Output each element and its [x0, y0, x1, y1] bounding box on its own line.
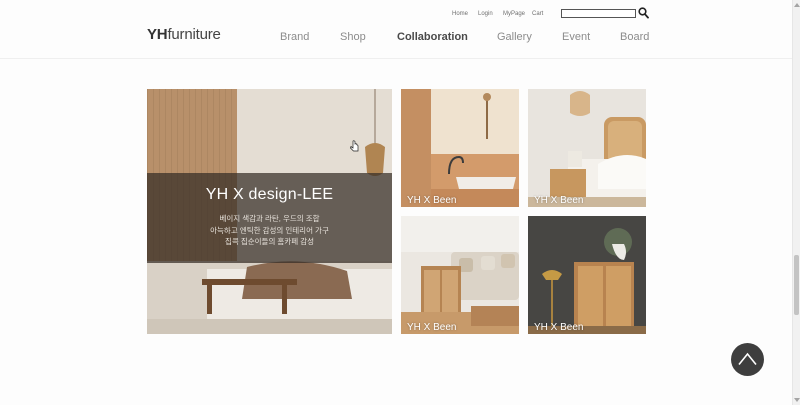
rattan-bed-photo — [528, 89, 646, 207]
sink-photo — [401, 89, 519, 207]
tile-caption: YH X Been — [534, 322, 584, 333]
logo-text: furniture — [167, 26, 221, 43]
nav-item-collaboration[interactable]: Collaboration — [397, 31, 468, 43]
scroll-down-arrow-icon[interactable] — [794, 398, 800, 402]
nav-item-event[interactable]: Event — [562, 31, 590, 43]
site-logo[interactable]: YHfurniture — [147, 26, 221, 43]
search-input[interactable] — [561, 9, 636, 18]
search-icon — [638, 7, 649, 19]
hero-title: YH X design-LEE — [205, 186, 334, 203]
page: Home Login MyPage Cart YHfurniture Brand… — [0, 0, 800, 405]
collab-tile[interactable]: YH X Been — [401, 89, 519, 207]
nav-item-board[interactable]: Board — [620, 31, 649, 43]
utility-nav: Home Login MyPage Cart — [452, 10, 552, 19]
hero-line: 집콕 집순이들의 홈카페 감성 — [224, 237, 315, 246]
scroll-to-top-button[interactable] — [731, 343, 764, 376]
collab-tile[interactable]: YH X Been — [528, 89, 646, 207]
window-scrollbar[interactable] — [792, 0, 800, 405]
logo-bold-text: YH — [147, 26, 168, 43]
nav-item-shop[interactable]: Shop — [340, 31, 366, 43]
nav-item-brand[interactable]: Brand — [280, 31, 309, 43]
tile-caption: YH X Been — [407, 322, 457, 333]
hero-collab-card[interactable]: YH X design-LEE 베이지 색감과 라탄, 우드의 조합 아늑하고 … — [147, 89, 392, 334]
mouse-cursor-icon — [350, 139, 359, 157]
scroll-up-arrow-icon[interactable] — [794, 3, 800, 7]
hero-line: 아늑하고 엔틱한 감성의 인테리어 가구 — [210, 225, 329, 235]
search-button[interactable] — [638, 7, 649, 19]
util-link-mypage[interactable]: MyPage — [503, 10, 532, 19]
util-link-home[interactable]: Home — [452, 10, 478, 19]
scrollbar-thumb[interactable] — [794, 255, 799, 315]
chevron-up-icon — [738, 352, 757, 366]
util-link-login[interactable]: Login — [478, 10, 503, 19]
nav-item-gallery[interactable]: Gallery — [497, 31, 532, 43]
hero-overlay: YH X design-LEE 베이지 색감과 라탄, 우드의 조합 아늑하고 … — [147, 173, 392, 263]
collab-tile[interactable]: YH X Been — [528, 216, 646, 334]
main-nav: Brand Shop Collaboration Gallery Event B… — [280, 31, 649, 47]
tile-caption: YH X Been — [407, 195, 457, 206]
tile-caption: YH X Been — [534, 195, 584, 206]
header-divider — [0, 58, 800, 59]
cabinet-photo — [528, 216, 646, 334]
hero-description: 베이지 색감과 라탄, 우드의 조합 아늑하고 엔틱한 감성의 인테리어 가구 … — [147, 213, 392, 248]
util-link-cart[interactable]: Cart — [532, 10, 552, 19]
collab-tile[interactable]: YH X Been — [401, 216, 519, 334]
hero-line: 베이지 색감과 라탄, 우드의 조합 — [219, 214, 320, 223]
sofa-photo — [401, 216, 519, 334]
